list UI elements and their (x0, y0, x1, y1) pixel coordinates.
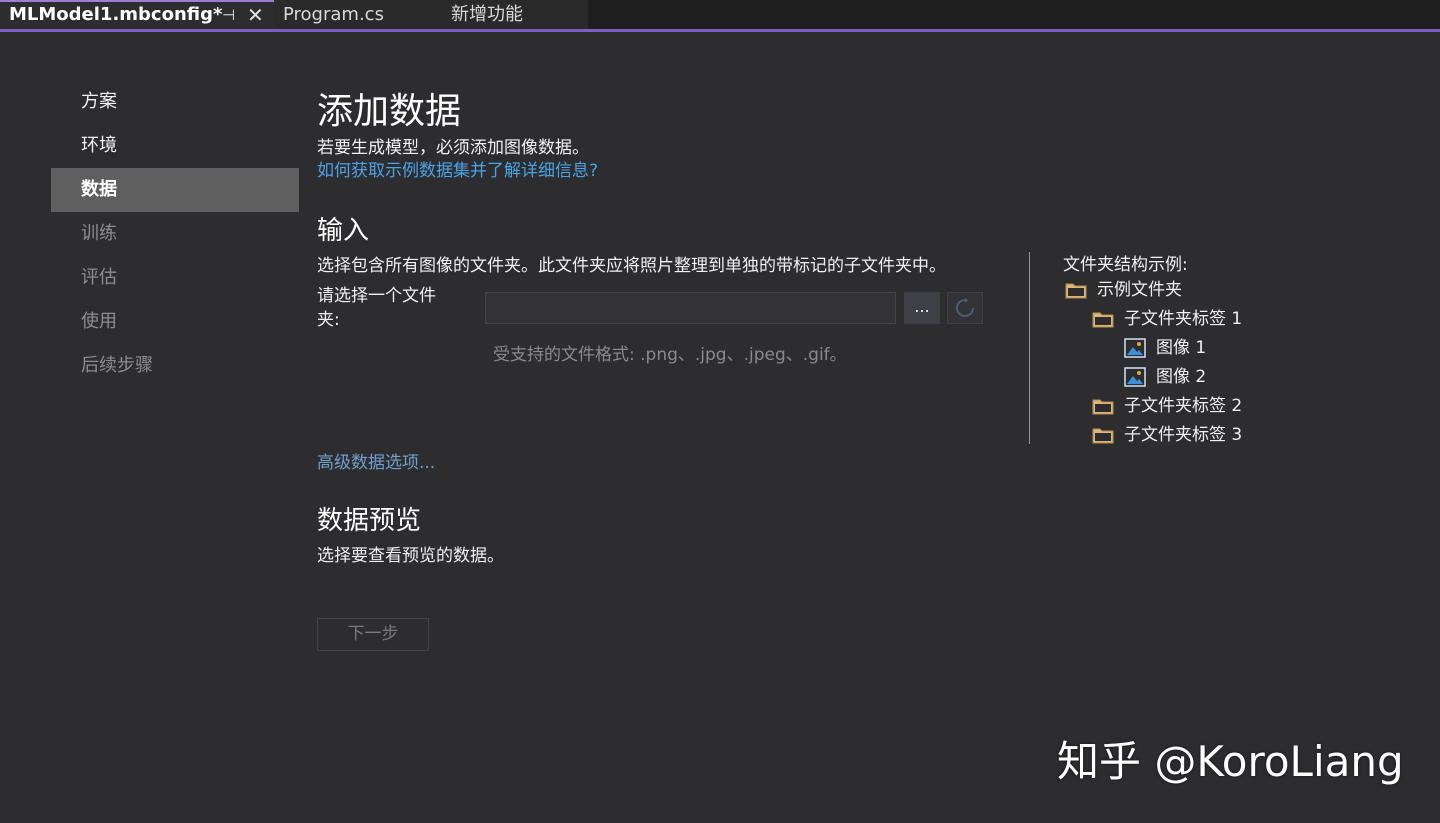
close-icon[interactable]: ✕ (247, 2, 264, 28)
image-icon (1124, 338, 1146, 358)
tab-label: Program.cs (283, 4, 384, 25)
folder-path-input[interactable] (485, 292, 896, 324)
section-divider (1029, 252, 1030, 444)
document-tab-strip: MLModel1.mbconfig* ⊣ ✕ Program.cs 新增功能 (0, 0, 1440, 32)
browse-folder-button[interactable]: ... (904, 292, 940, 324)
image-icon (1124, 367, 1146, 387)
nav-step-train: 训练 (81, 223, 117, 244)
folder-icon (1092, 399, 1114, 415)
folder-icon (1065, 283, 1087, 299)
tree-item-label: 子文件夹标签 1 (1124, 309, 1243, 329)
pin-icon[interactable]: ⊣ (222, 2, 235, 28)
tree-item-label: 图像 2 (1156, 367, 1207, 387)
tab-mlmodel1-mbconfig[interactable]: MLModel1.mbconfig* ⊣ ✕ (0, 0, 274, 29)
next-step-button: 下一步 (317, 618, 429, 651)
refresh-button (947, 292, 983, 324)
tab-label: 新增功能 (451, 4, 523, 25)
page-subtitle: 若要生成模型，必须添加图像数据。 (317, 138, 589, 158)
tab-whats-new[interactable]: 新增功能 (442, 0, 588, 29)
watermark: 知乎 @KoroLiang (1057, 737, 1404, 786)
tree-item-sample-folder: 示例文件夹 (1065, 278, 1182, 302)
folder-picker-label: 请选择一个文件夹: (317, 286, 436, 330)
nav-step-consume: 使用 (81, 311, 117, 332)
tree-item-subfolder-1: 子文件夹标签 1 (1092, 307, 1242, 331)
tree-item-subfolder-3: 子文件夹标签 3 (1092, 423, 1242, 447)
nav-step-evaluate: 评估 (81, 267, 117, 288)
sample-dataset-info-link[interactable]: 如何获取示例数据集并了解详细信息? (317, 156, 598, 181)
advanced-data-options-link[interactable]: 高级数据选项... (317, 448, 435, 473)
tree-item-label: 子文件夹标签 2 (1124, 396, 1243, 416)
tab-label: MLModel1.mbconfig* (9, 4, 223, 25)
nav-step-scenario[interactable]: 方案 (51, 80, 299, 124)
nav-step-environment[interactable]: 环境 (51, 124, 299, 168)
nav-step-data[interactable]: 数据 (51, 168, 299, 212)
data-preview-description: 选择要查看预览的数据。 (317, 546, 504, 566)
tree-item-image-2: 图像 2 (1124, 365, 1206, 389)
active-tab-accent-line (0, 29, 1440, 32)
tree-item-label: 子文件夹标签 3 (1124, 425, 1243, 445)
nav-step-next-steps: 后续步骤 (81, 355, 153, 376)
input-section-heading: 输入 (317, 216, 370, 246)
page-title: 添加数据 (317, 91, 462, 132)
wizard-step-nav: 方案 环境 数据 训练 评估 使用 后续步骤 (51, 80, 299, 388)
tree-item-subfolder-2: 子文件夹标签 2 (1092, 394, 1242, 418)
supported-formats-hint: 受支持的文件格式: .png、.jpg、.jpeg、.gif。 (493, 345, 847, 365)
tab-program-cs[interactable]: Program.cs (274, 0, 442, 29)
input-description: 选择包含所有图像的文件夹。此文件夹应将照片整理到单独的带标记的子文件夹中。 (317, 256, 946, 276)
refresh-icon (956, 298, 974, 317)
data-preview-heading: 数据预览 (317, 506, 422, 536)
folder-structure-title: 文件夹结构示例: (1063, 255, 1188, 275)
tree-item-label: 图像 1 (1156, 338, 1207, 358)
tree-item-image-1: 图像 1 (1124, 336, 1206, 360)
folder-icon (1092, 312, 1114, 328)
folder-icon (1092, 428, 1114, 444)
tree-item-label: 示例文件夹 (1097, 280, 1182, 300)
